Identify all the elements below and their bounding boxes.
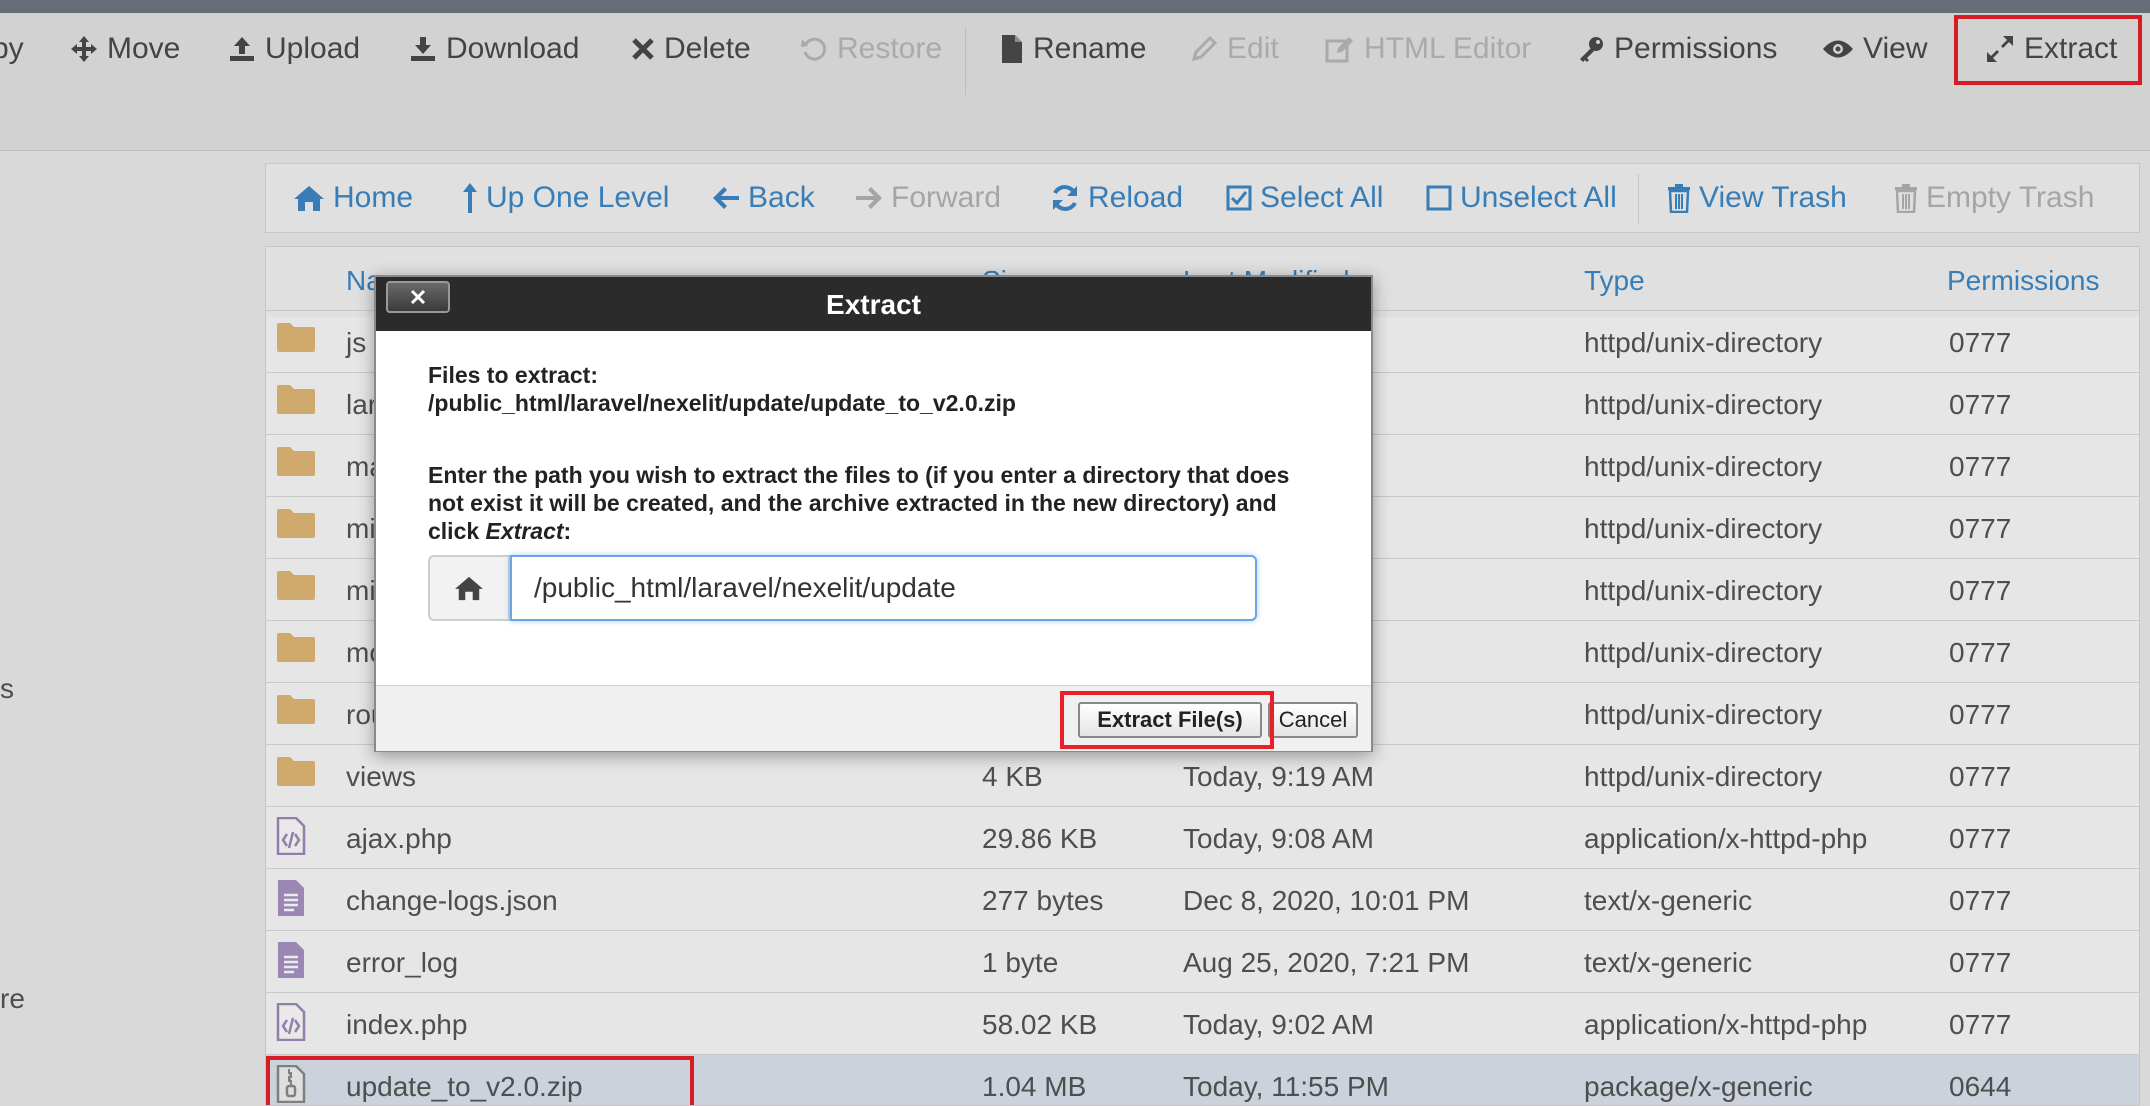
dialog-title: Extract xyxy=(826,289,921,320)
dialog-footer: Extract File(s) Cancel xyxy=(376,685,1371,751)
instruction-emphasis: Extract xyxy=(485,518,564,544)
dialog-header: Extract xyxy=(376,277,1371,331)
path-input-group xyxy=(428,555,1257,621)
files-to-extract-label: Files to extract: xyxy=(428,362,598,388)
home-icon xyxy=(454,575,484,601)
home-directory-addon xyxy=(428,555,510,621)
extract-files-highlight xyxy=(1060,691,1274,749)
extract-dialog: Extract Files to extract: /public_html/l… xyxy=(374,275,1373,752)
extract-path-input[interactable] xyxy=(510,555,1257,621)
instruction-text: Enter the path you wish to extract the f… xyxy=(428,461,1328,545)
instruction-end: : xyxy=(563,518,572,544)
archive-path: /public_html/laravel/nexelit/update/upda… xyxy=(428,390,1016,416)
cancel-button[interactable]: Cancel xyxy=(1268,702,1358,738)
